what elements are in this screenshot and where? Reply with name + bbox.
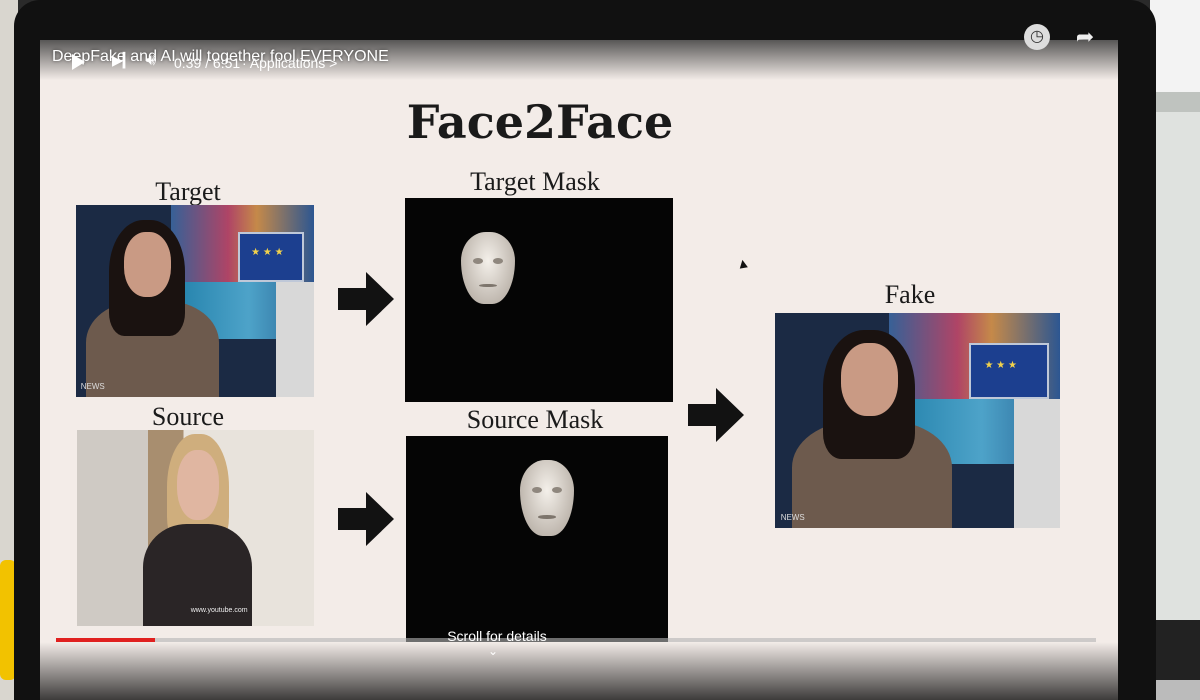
top-right-actions: ◷ ➦ <box>1024 24 1098 50</box>
watch-later-icon[interactable]: ◷ <box>1024 24 1050 50</box>
label-source: Source <box>151 402 225 431</box>
target-image: NEWS <box>76 205 314 397</box>
scroll-details-hint[interactable]: Scroll for details <box>442 628 552 644</box>
label-target: Target <box>155 177 221 206</box>
next-icon[interactable]: ▶▎ <box>112 52 134 69</box>
chapter-link[interactable]: · Applications > <box>242 55 337 71</box>
label-source-mask: Source Mask <box>466 405 604 434</box>
progress-bar[interactable] <box>56 638 1096 642</box>
fake-image: NEWS <box>775 313 1060 528</box>
mouse-cursor-icon: ▲ <box>734 253 752 273</box>
target-mask-image <box>405 198 673 402</box>
video-player[interactable]: Face2Face Target Target Mask Source Sour… <box>40 40 1118 700</box>
chevron-down-icon[interactable]: ⌄ <box>488 644 498 658</box>
arrow-right-icon <box>688 388 748 442</box>
arrow-right-icon <box>338 272 398 326</box>
slide-title: Face2Face <box>406 95 674 149</box>
background-room <box>1150 0 1200 700</box>
control-bar <box>40 642 1118 700</box>
share-icon[interactable]: ➦ <box>1072 24 1098 50</box>
source-mask-image <box>406 436 668 642</box>
volume-icon[interactable]: 🔊︎ <box>146 52 156 70</box>
arrow-right-icon <box>338 492 398 546</box>
play-icon[interactable] <box>72 54 85 70</box>
source-image: www.youtube.com <box>77 430 314 626</box>
time-display: 0:39 / 6:51 <box>174 55 241 71</box>
label-fake: Fake <box>884 280 936 309</box>
label-target-mask: Target Mask <box>470 167 600 196</box>
progress-played <box>56 638 155 642</box>
